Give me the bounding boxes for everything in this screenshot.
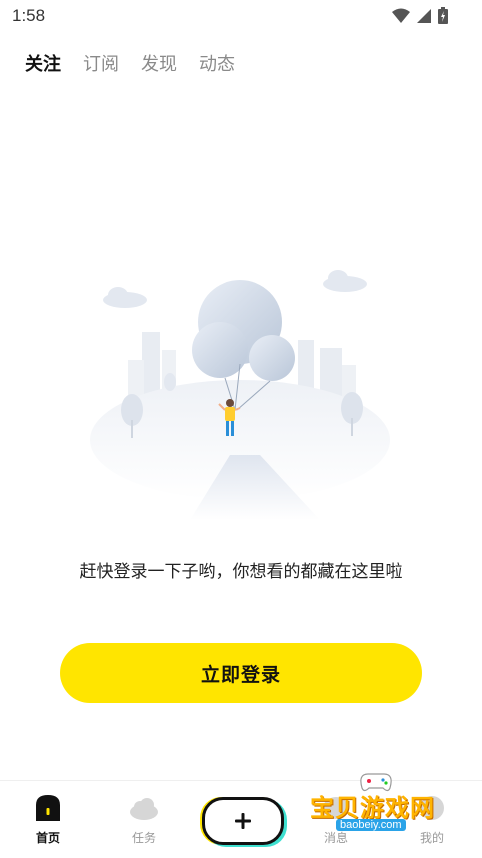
wifi-icon: [392, 8, 410, 23]
task-cloud-icon: [130, 798, 158, 820]
nav-item-task[interactable]: 任务: [109, 793, 179, 846]
tab-subscribe[interactable]: 订阅: [83, 50, 119, 76]
tab-moments[interactable]: 动态: [199, 50, 235, 76]
plus-icon: [235, 813, 251, 829]
login-button[interactable]: 立即登录: [60, 643, 422, 703]
status-bar: 1:58: [0, 0, 482, 34]
watermark-logo: 宝贝游戏网 baobeiy.com: [300, 768, 450, 838]
publish-button[interactable]: [202, 797, 284, 845]
signal-icon: [417, 8, 431, 23]
balloon-person-illustration: [90, 270, 390, 520]
tab-discover[interactable]: 发现: [141, 50, 177, 76]
status-icons: [392, 7, 448, 24]
empty-state-message: 赶快登录一下子哟，你想看的都藏在这里啦: [79, 562, 403, 582]
nav-item-home[interactable]: 首页: [13, 793, 83, 846]
battery-icon: [438, 7, 448, 24]
watermark-text: 宝贝游戏网: [310, 794, 435, 822]
top-tab-bar: 关注 订阅 发现 动态: [25, 48, 235, 78]
status-time: 1:58: [12, 6, 46, 25]
nav-label-task: 任务: [131, 831, 156, 845]
home-icon: [36, 795, 60, 821]
tab-follow[interactable]: 关注: [25, 50, 61, 76]
watermark-url: baobeiy.com: [336, 819, 406, 831]
nav-label-home: 首页: [35, 831, 60, 845]
